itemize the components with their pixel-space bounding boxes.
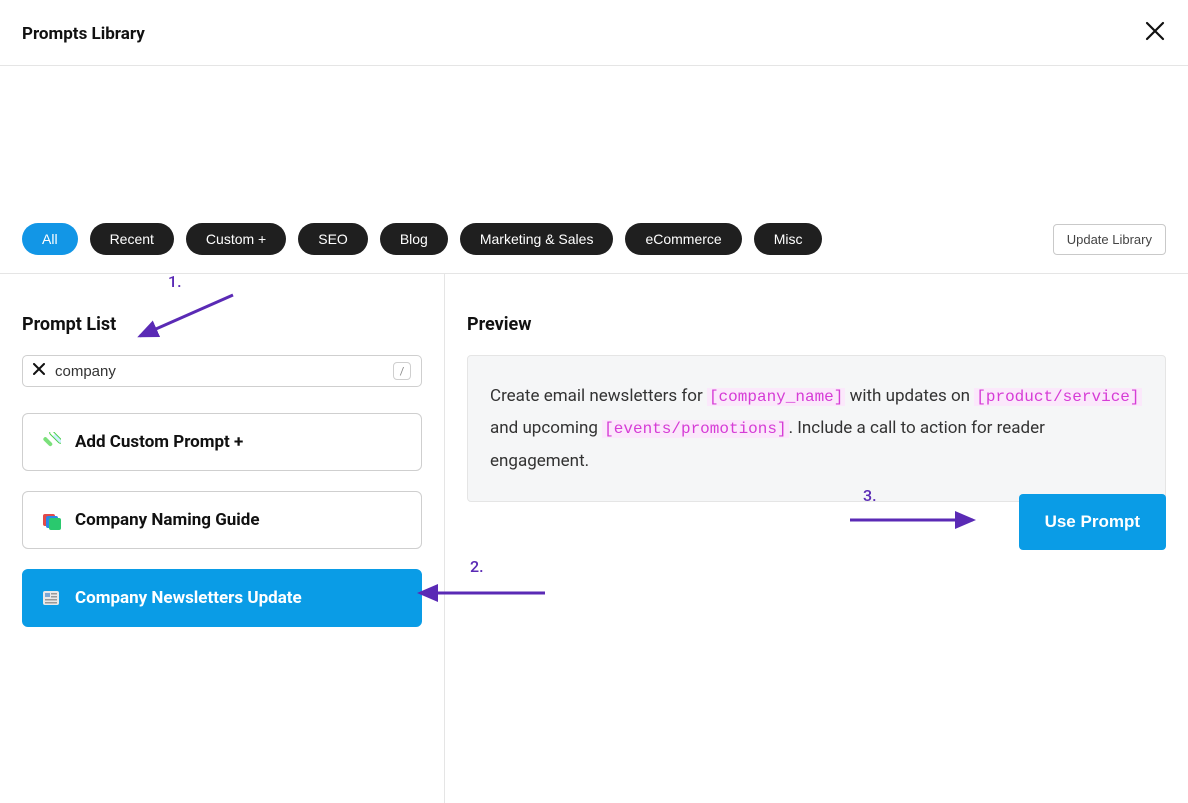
prompt-item-newsletters[interactable]: Company Newsletters Update: [22, 569, 422, 627]
preview-text: Create email newsletters for: [490, 386, 707, 406]
filter-pill-misc[interactable]: Misc: [754, 223, 823, 255]
filter-pill-custom[interactable]: Custom +: [186, 223, 286, 255]
filter-pill-ecommerce[interactable]: eCommerce: [625, 223, 741, 255]
placeholder-events-promotions: [events/promotions]: [602, 420, 788, 438]
test-tube-icon: [41, 432, 61, 452]
filter-pill-all[interactable]: All: [22, 223, 78, 255]
search-input[interactable]: [55, 363, 383, 380]
close-icon[interactable]: [1144, 20, 1166, 47]
preview-text: with updates on: [845, 386, 974, 406]
slash-hint-icon: /: [393, 362, 411, 380]
prompt-item-label: Company Naming Guide: [75, 510, 260, 530]
placeholder-product-service: [product/service]: [974, 388, 1141, 406]
use-prompt-button[interactable]: Use Prompt: [1019, 494, 1166, 550]
header: Prompts Library: [0, 0, 1188, 66]
preview-panel: Preview Create email newsletters for [co…: [445, 274, 1188, 803]
filter-pill-marketing[interactable]: Marketing & Sales: [460, 223, 614, 255]
add-custom-prompt-label: Add Custom Prompt +: [75, 432, 243, 452]
prompt-list-title: Prompt List: [22, 314, 422, 335]
filter-pills: All Recent Custom + SEO Blog Marketing &…: [22, 223, 822, 255]
prompt-list-panel: Prompt List / Add Custom Prompt +: [0, 274, 445, 803]
stack-icon: [41, 510, 61, 530]
annotation-2-label: 2.: [470, 557, 484, 576]
preview-text-box: Create email newsletters for [company_na…: [467, 355, 1166, 502]
prompt-item-naming-guide[interactable]: Company Naming Guide: [22, 491, 422, 549]
filter-pill-seo[interactable]: SEO: [298, 223, 368, 255]
filter-pill-blog[interactable]: Blog: [380, 223, 448, 255]
filter-bar: All Recent Custom + SEO Blog Marketing &…: [0, 223, 1188, 274]
preview-text: and upcoming: [490, 418, 602, 438]
annotation-1-label: 1.: [168, 272, 182, 291]
add-custom-prompt-button[interactable]: Add Custom Prompt +: [22, 413, 422, 471]
prompt-item-label: Company Newsletters Update: [75, 588, 302, 608]
update-library-button[interactable]: Update Library: [1053, 224, 1166, 255]
preview-title: Preview: [467, 314, 1166, 335]
search-box: /: [22, 355, 422, 387]
clear-search-icon[interactable]: [33, 363, 45, 379]
page-title: Prompts Library: [22, 24, 145, 44]
newsletter-icon: [41, 588, 61, 608]
filter-pill-recent[interactable]: Recent: [90, 223, 174, 255]
placeholder-company-name: [company_name]: [707, 388, 845, 406]
